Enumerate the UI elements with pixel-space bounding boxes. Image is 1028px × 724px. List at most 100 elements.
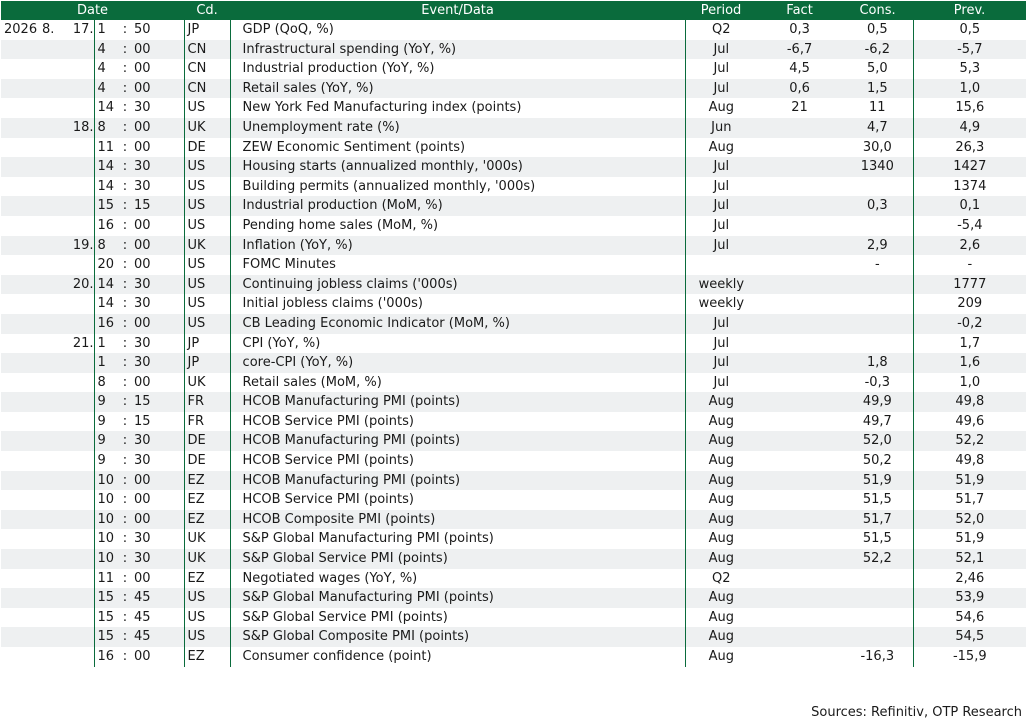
date-month xyxy=(39,431,57,452)
consensus-value xyxy=(842,607,914,628)
fact-value xyxy=(757,607,843,628)
date-day xyxy=(57,215,94,236)
fact-value xyxy=(757,372,843,393)
consensus-value xyxy=(842,215,914,236)
consensus-value: - xyxy=(842,255,914,275)
fact-value: 0,6 xyxy=(757,78,843,99)
date-day xyxy=(57,607,94,628)
period: Jul xyxy=(684,59,758,79)
date-day xyxy=(57,196,94,216)
date-day: 21. xyxy=(57,333,94,354)
date-year xyxy=(1,59,39,79)
event-name: Infrastructural spending (YoY, %) xyxy=(229,39,686,60)
event-name: New York Fed Manufacturing index (points… xyxy=(229,98,686,118)
previous-value: 2,6 xyxy=(912,235,1027,256)
consensus-value xyxy=(842,568,914,589)
consensus-value: 5,0 xyxy=(842,59,914,79)
country-code: US xyxy=(183,215,231,236)
time-hour: 10 xyxy=(93,470,119,491)
date-year xyxy=(1,627,39,647)
date-year xyxy=(1,333,39,354)
previous-value: 4,9 xyxy=(912,117,1027,138)
time-separator: : xyxy=(119,235,131,256)
previous-value: 209 xyxy=(912,294,1027,314)
date-month xyxy=(39,255,57,275)
time-minute: 30 xyxy=(131,294,185,314)
time-minute: 45 xyxy=(131,627,185,647)
event-name: Inflation (YoY, %) xyxy=(229,235,686,256)
consensus-value xyxy=(842,274,914,295)
fact-value: -6,7 xyxy=(757,39,843,60)
calendar-body: 2026 8. 17. 1:50 JP GDP (QoQ, %) Q2 0,3 0,5 0,5 4:… xyxy=(1,20,1027,667)
previous-value: -5,4 xyxy=(912,215,1027,236)
previous-value: 1,7 xyxy=(912,333,1027,354)
country-code: US xyxy=(183,607,231,628)
country-code: EZ xyxy=(183,647,231,667)
fact-value xyxy=(757,588,843,608)
time-hour: 14 xyxy=(93,294,119,314)
country-code: US xyxy=(183,196,231,216)
period: Aug xyxy=(684,588,758,608)
date-year xyxy=(1,529,39,550)
date-month: 8. xyxy=(39,20,57,40)
consensus-value: 52,0 xyxy=(842,431,914,452)
fact-value: 4,5 xyxy=(757,59,843,79)
date-day xyxy=(57,451,94,471)
time-separator: : xyxy=(119,176,131,197)
time-hour: 1 xyxy=(93,333,119,354)
event-name: Continuing jobless claims ('000s) xyxy=(229,274,686,295)
date-month xyxy=(39,627,57,647)
table-row: 9:15 FR HCOB Manufacturing PMI (points) Aug… xyxy=(1,392,1027,412)
date-year xyxy=(1,98,39,118)
time-hour: 4 xyxy=(93,78,119,99)
fact-value xyxy=(757,294,843,314)
period: Aug xyxy=(684,647,758,667)
fact-value xyxy=(757,549,843,569)
header-fact: Fact xyxy=(757,1,843,20)
country-code: UK xyxy=(183,529,231,550)
date-month xyxy=(39,157,57,177)
date-year xyxy=(1,490,39,510)
date-day xyxy=(57,549,94,569)
time-minute: 00 xyxy=(131,568,185,589)
time-minute: 00 xyxy=(131,509,185,530)
time-hour: 16 xyxy=(93,215,119,236)
fact-value: 21 xyxy=(757,98,843,118)
time-minute: 45 xyxy=(131,607,185,628)
time-minute: 30 xyxy=(131,98,185,118)
table-row: 1:30 JP core-CPI (YoY, %) Jul 1,8 1,6 xyxy=(1,353,1027,373)
table-row: 10:00 EZ HCOB Composite PMI (points) Aug 51,… xyxy=(1,509,1027,530)
table-row: 15:15 US Industrial production (MoM, %) Jul… xyxy=(1,196,1027,216)
time-separator: : xyxy=(119,647,131,667)
table-row: 11:00 EZ Negotiated wages (YoY, %) Q2 2,46 xyxy=(1,568,1027,589)
country-code: JP xyxy=(183,20,231,40)
consensus-value: 51,5 xyxy=(842,529,914,550)
event-name: Housing starts (annualized monthly, '000… xyxy=(229,157,686,177)
time-separator: : xyxy=(119,78,131,99)
time-minute: 15 xyxy=(131,411,185,432)
period: Aug xyxy=(684,627,758,647)
period: Aug xyxy=(684,451,758,471)
date-year xyxy=(1,451,39,471)
table-row: 14:30 US Building permits (annualized mont… xyxy=(1,176,1027,197)
time-hour: 8 xyxy=(93,117,119,138)
date-day: 20. xyxy=(57,274,94,295)
period: Jul xyxy=(684,157,758,177)
time-hour: 14 xyxy=(93,157,119,177)
event-name: Pending home sales (MoM, %) xyxy=(229,215,686,236)
time-hour: 15 xyxy=(93,588,119,608)
time-hour: 10 xyxy=(93,549,119,569)
period: Aug xyxy=(684,607,758,628)
country-code: US xyxy=(183,255,231,275)
period: Jul xyxy=(684,78,758,99)
event-name: HCOB Service PMI (points) xyxy=(229,451,686,471)
previous-value: 15,6 xyxy=(912,98,1027,118)
date-year xyxy=(1,470,39,491)
date-month xyxy=(39,274,57,295)
table-row: 16:00 US CB Leading Economic Indicator (Mo… xyxy=(1,313,1027,334)
time-hour: 10 xyxy=(93,509,119,530)
country-code: US xyxy=(183,313,231,334)
header-cons: Cons. xyxy=(842,1,914,20)
date-day xyxy=(57,98,94,118)
time-hour: 15 xyxy=(93,627,119,647)
